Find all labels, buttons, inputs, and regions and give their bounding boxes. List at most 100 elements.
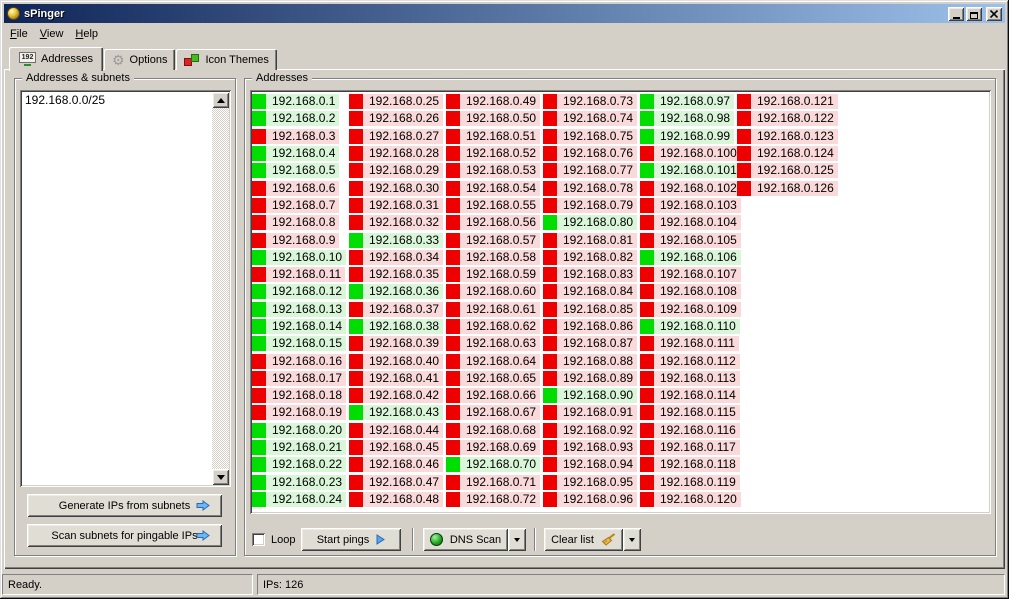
ip-item[interactable]: 192.168.0.95 (543, 474, 640, 491)
ip-item[interactable]: 192.168.0.36 (349, 283, 446, 300)
ip-item[interactable]: 192.168.0.96 (543, 491, 640, 508)
ip-item[interactable]: 192.168.0.53 (446, 162, 543, 179)
ip-item[interactable]: 192.168.0.15 (252, 335, 349, 352)
menu-file[interactable]: File (4, 26, 34, 42)
ip-item[interactable]: 192.168.0.117 (640, 439, 740, 456)
ip-item[interactable]: 192.168.0.49 (446, 93, 543, 110)
ip-item[interactable]: 192.168.0.90 (543, 387, 640, 404)
ip-item[interactable]: 192.168.0.84 (543, 283, 640, 300)
ip-item[interactable]: 192.168.0.80 (543, 214, 640, 231)
ip-item[interactable]: 192.168.0.100 (640, 145, 741, 162)
ip-item[interactable]: 192.168.0.9 (252, 231, 349, 248)
ip-item[interactable]: 192.168.0.57 (446, 231, 543, 248)
ip-item[interactable]: 192.168.0.12 (252, 283, 349, 300)
ip-item[interactable]: 192.168.0.16 (252, 352, 349, 369)
ip-item[interactable]: 192.168.0.94 (543, 456, 640, 473)
ip-item[interactable]: 192.168.0.78 (543, 179, 640, 196)
ip-item[interactable]: 192.168.0.61 (446, 301, 543, 318)
ip-item[interactable]: 192.168.0.23 (252, 474, 349, 491)
ip-item[interactable]: 192.168.0.47 (349, 474, 446, 491)
ip-item[interactable]: 192.168.0.5 (252, 162, 349, 179)
ip-item[interactable]: 192.168.0.66 (446, 387, 543, 404)
ip-item[interactable]: 192.168.0.82 (543, 249, 640, 266)
ip-item[interactable]: 192.168.0.73 (543, 93, 640, 110)
ip-item[interactable]: 192.168.0.27 (349, 128, 446, 145)
ip-item[interactable]: 192.168.0.97 (640, 93, 737, 110)
ip-item[interactable]: 192.168.0.45 (349, 439, 446, 456)
ip-item[interactable]: 192.168.0.21 (252, 439, 349, 456)
ip-item[interactable]: 192.168.0.17 (252, 370, 349, 387)
ip-item[interactable]: 192.168.0.11 (252, 266, 349, 283)
ip-item[interactable]: 192.168.0.60 (446, 283, 543, 300)
ip-item[interactable]: 192.168.0.29 (349, 162, 446, 179)
ip-item[interactable]: 192.168.0.8 (252, 214, 349, 231)
ip-item[interactable]: 192.168.0.33 (349, 231, 446, 248)
ip-item[interactable]: 192.168.0.14 (252, 318, 349, 335)
close-button[interactable] (986, 6, 1002, 21)
ip-item[interactable]: 192.168.0.109 (640, 301, 741, 318)
ip-item[interactable]: 192.168.0.37 (349, 301, 446, 318)
ip-item[interactable]: 192.168.0.48 (349, 491, 446, 508)
ip-item[interactable]: 192.168.0.65 (446, 370, 543, 387)
ip-item[interactable]: 192.168.0.76 (543, 145, 640, 162)
ip-item[interactable]: 192.168.0.30 (349, 179, 446, 196)
ip-item[interactable]: 192.168.0.126 (737, 179, 838, 196)
ip-item[interactable]: 192.168.0.59 (446, 266, 543, 283)
ip-item[interactable]: 192.168.0.18 (252, 387, 349, 404)
ip-item[interactable]: 192.168.0.72 (446, 491, 543, 508)
ip-item[interactable]: 192.168.0.104 (640, 214, 741, 231)
ip-item[interactable]: 192.168.0.13 (252, 301, 349, 318)
menu-help[interactable]: Help (69, 26, 104, 42)
ip-item[interactable]: 192.168.0.4 (252, 145, 349, 162)
ip-item[interactable]: 192.168.0.43 (349, 404, 446, 421)
tab-icon-themes[interactable]: Icon Themes (176, 49, 277, 70)
ip-item[interactable]: 192.168.0.24 (252, 491, 349, 508)
ip-item[interactable]: 192.168.0.25 (349, 93, 446, 110)
ip-item[interactable]: 192.168.0.99 (640, 128, 737, 145)
ip-item[interactable]: 192.168.0.20 (252, 422, 349, 439)
ip-item[interactable]: 192.168.0.62 (446, 318, 543, 335)
ip-item[interactable]: 192.168.0.7 (252, 197, 349, 214)
ip-item[interactable]: 192.168.0.88 (543, 352, 640, 369)
ip-item[interactable]: 192.168.0.120 (640, 491, 741, 508)
ip-item[interactable]: 192.168.0.55 (446, 197, 543, 214)
ip-item[interactable]: 192.168.0.105 (640, 231, 741, 248)
ip-item[interactable]: 192.168.0.91 (543, 404, 640, 421)
ip-item[interactable]: 192.168.0.41 (349, 370, 446, 387)
ip-item[interactable]: 192.168.0.114 (640, 387, 740, 404)
ip-item[interactable]: 192.168.0.44 (349, 422, 446, 439)
ip-item[interactable]: 192.168.0.85 (543, 301, 640, 318)
ip-item[interactable]: 192.168.0.123 (737, 128, 838, 145)
ip-item[interactable]: 192.168.0.113 (640, 370, 740, 387)
ip-item[interactable]: 192.168.0.40 (349, 352, 446, 369)
tab-options[interactable]: ⚙ Options (103, 49, 176, 70)
ip-item[interactable]: 192.168.0.26 (349, 110, 446, 127)
ip-item[interactable]: 192.168.0.121 (737, 93, 838, 110)
maximize-button[interactable] (966, 6, 982, 21)
scrollbar-up-button[interactable] (212, 92, 229, 108)
dns-scan-dropdown-button[interactable] (508, 528, 526, 551)
ip-item[interactable]: 192.168.0.122 (737, 110, 838, 127)
ip-item[interactable]: 192.168.0.63 (446, 335, 543, 352)
ip-item[interactable]: 192.168.0.32 (349, 214, 446, 231)
ip-item[interactable]: 192.168.0.125 (737, 162, 838, 179)
ip-item[interactable]: 192.168.0.22 (252, 456, 349, 473)
ip-item[interactable]: 192.168.0.92 (543, 422, 640, 439)
ip-item[interactable]: 192.168.0.86 (543, 318, 640, 335)
ip-item[interactable]: 192.168.0.119 (640, 474, 740, 491)
title-bar[interactable]: sPinger (4, 4, 1005, 23)
ip-item[interactable]: 192.168.0.31 (349, 197, 446, 214)
ip-item[interactable]: 192.168.0.87 (543, 335, 640, 352)
ip-item[interactable]: 192.168.0.75 (543, 128, 640, 145)
ip-item[interactable]: 192.168.0.118 (640, 456, 740, 473)
ip-item[interactable]: 192.168.0.102 (640, 179, 741, 196)
ip-item[interactable]: 192.168.0.101 (640, 162, 741, 179)
clear-list-dropdown-button[interactable] (623, 528, 641, 551)
ip-item[interactable]: 192.168.0.58 (446, 249, 543, 266)
ip-item[interactable]: 192.168.0.38 (349, 318, 446, 335)
ip-item[interactable]: 192.168.0.1 (252, 93, 349, 110)
ip-item[interactable]: 192.168.0.10 (252, 249, 349, 266)
ip-item[interactable]: 192.168.0.28 (349, 145, 446, 162)
scrollbar-down-button[interactable] (212, 469, 229, 485)
ip-item[interactable]: 192.168.0.46 (349, 456, 446, 473)
